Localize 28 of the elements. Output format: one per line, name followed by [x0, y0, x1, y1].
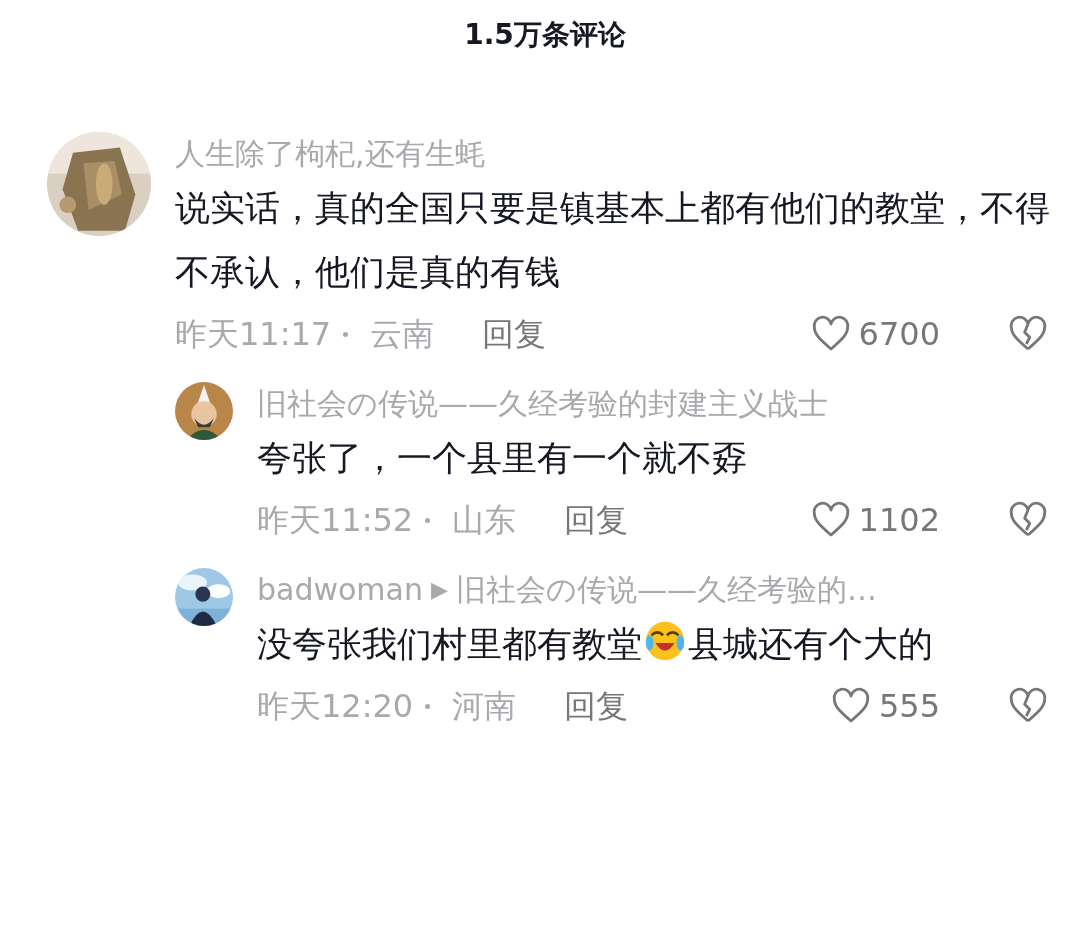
timestamp: 昨天11:17	[175, 314, 332, 355]
like-count: 6700	[858, 314, 940, 355]
like-button[interactable]: 1102	[808, 490, 940, 550]
comment-text: 说实话，真的全国只要是镇基本上都有他们的教堂，不得不承认，他们是真的有钱	[175, 188, 1050, 292]
comment-text: 没夸张我们村里都有教堂	[257, 624, 642, 664]
like-count: 555	[878, 686, 940, 727]
location: 山东	[452, 500, 517, 541]
location: 云南	[370, 314, 435, 355]
username[interactable]: 旧社会の传说——久经考验的封建主义战士	[257, 382, 828, 426]
location: 河南	[452, 686, 517, 727]
timestamp: 昨天11:52	[257, 500, 414, 541]
username[interactable]: 人生除了枸杞,还有生蚝	[175, 132, 485, 176]
reply-button[interactable]: 回复	[564, 490, 629, 550]
like-button[interactable]: 6700	[808, 304, 940, 364]
username[interactable]: badwoman	[257, 568, 423, 612]
like-button[interactable]: 555	[828, 676, 940, 736]
reply-button[interactable]: 回复	[482, 304, 547, 364]
dot-separator-icon	[343, 331, 349, 337]
reply-button[interactable]: 回复	[564, 676, 629, 736]
dot-separator-icon	[425, 517, 431, 523]
comment-text: 县城还有个大的	[688, 624, 933, 664]
dot-separator-icon	[425, 703, 431, 709]
like-count: 1102	[858, 500, 940, 541]
comment-text: 夸张了，一个县里有一个就不孬	[257, 438, 747, 478]
comment-count-title: 1.5万条评论	[463, 17, 627, 53]
reply-to-username[interactable]: 旧社会の传说——久经考验的…	[455, 568, 877, 612]
timestamp: 昨天12:20	[257, 686, 414, 727]
reply-arrow: ▶	[431, 576, 448, 604]
